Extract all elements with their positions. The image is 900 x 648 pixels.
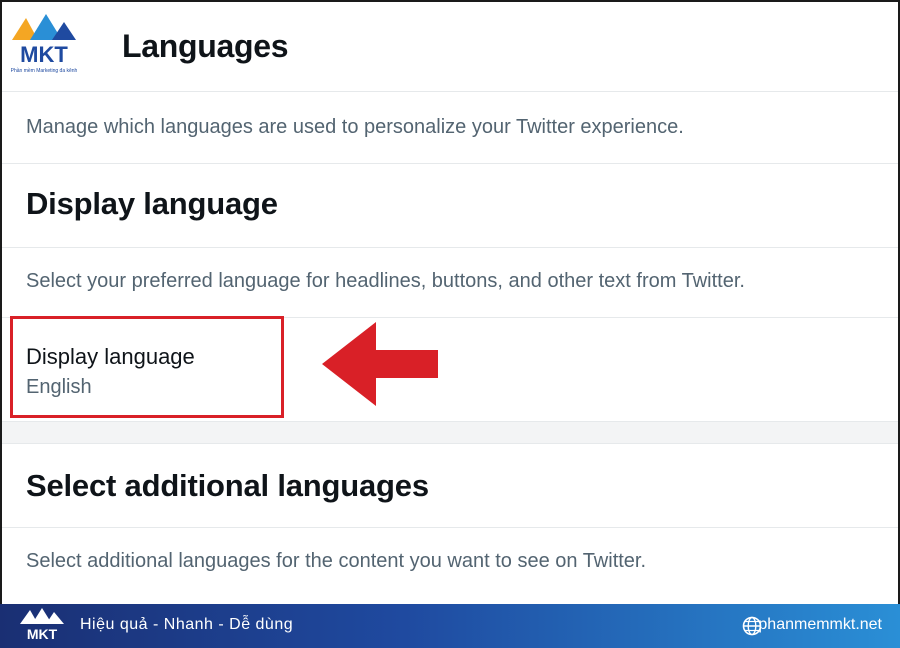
page-title: Languages xyxy=(122,28,289,64)
display-language-header: Display language xyxy=(2,164,898,248)
arrow-left-icon xyxy=(322,322,438,406)
additional-languages-description: Select additional languages for the cont… xyxy=(2,528,898,604)
settings-panel: MKT Phần mềm Marketing đa kênh Languages… xyxy=(0,0,900,604)
display-language-desc-text: Select your preferred language for headl… xyxy=(26,270,745,292)
additional-languages-header: Select additional languages xyxy=(2,444,898,528)
additional-languages-title: Select additional languages xyxy=(26,468,429,503)
svg-text:MKT: MKT xyxy=(27,626,58,642)
brand-footer: MKT Hiệu quả - Nhanh - Dễ dùng phanmemmk… xyxy=(0,604,900,648)
footer-website[interactable]: phanmemmkt.net xyxy=(758,616,882,634)
highlight-box xyxy=(10,316,284,418)
settings-header: MKT Phần mềm Marketing đa kênh Languages xyxy=(2,2,898,92)
intro-text: Manage which languages are used to perso… xyxy=(26,116,684,138)
svg-text:MKT: MKT xyxy=(20,42,68,67)
mkt-logo: MKT Phần mềm Marketing đa kênh xyxy=(11,14,78,74)
footer-slogan: Hiệu quả - Nhanh - Dễ dùng xyxy=(80,616,294,633)
display-language-description: Select your preferred language for headl… xyxy=(2,248,898,318)
languages-intro: Manage which languages are used to perso… xyxy=(2,92,898,164)
additional-languages-desc-text: Select additional languages for the cont… xyxy=(26,550,647,572)
section-separator xyxy=(2,422,898,444)
display-language-title: Display language xyxy=(26,186,278,221)
display-language-setting[interactable]: Display language English xyxy=(2,316,898,422)
svg-text:Phần mềm Marketing đa kênh: Phần mềm Marketing đa kênh xyxy=(11,68,78,74)
footer-mkt-logo: MKT xyxy=(20,608,64,642)
